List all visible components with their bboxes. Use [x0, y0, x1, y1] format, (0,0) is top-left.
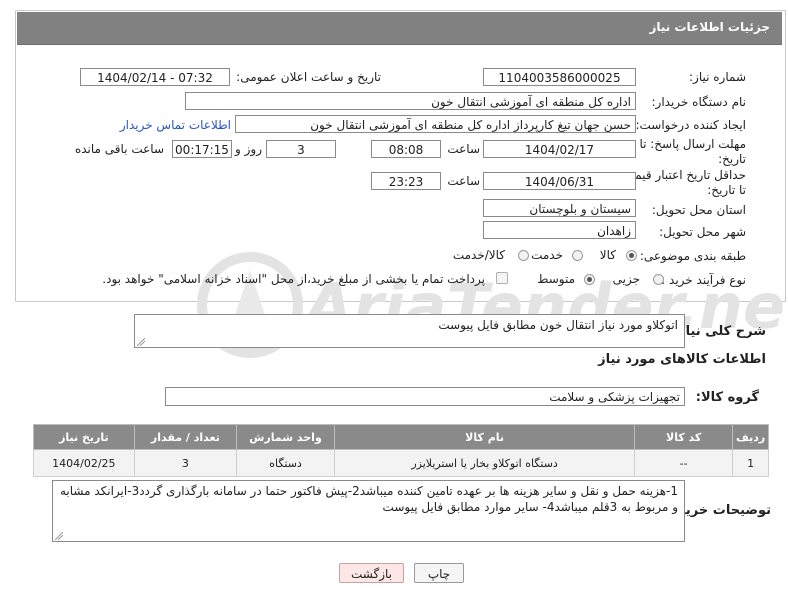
announce-label: تاریخ و ساعت اعلان عمومی:: [236, 70, 381, 84]
category-radio-goods-service[interactable]: [518, 250, 529, 261]
buyer-org-field: اداره کل منطقه ای آموزشی انتقال خون: [185, 92, 636, 110]
payment-note: پرداخت تمام یا بخشی از مبلغ خرید،از محل …: [102, 272, 485, 286]
category-option-goods: کالا: [599, 248, 616, 262]
panel-header: جزئیات اطلاعات نیاز: [17, 12, 782, 45]
category-label: طبقه بندی موضوعی:: [639, 249, 746, 263]
process-option-medium: متوسط: [537, 272, 575, 286]
col-code: کد کالا: [634, 424, 734, 450]
goods-section-title: اطلاعات کالاهای مورد نیاز: [598, 352, 766, 367]
back-button[interactable]: بازگشت: [339, 563, 404, 583]
buyer-notes-textarea: 1-هزینه حمل و نقل و سایر هزینه ها بر عهد…: [52, 480, 685, 542]
cell-unit: دستگاه: [236, 449, 336, 477]
col-unit: واحد شمارش: [236, 424, 336, 450]
description-text: اتوکلاو مورد نیاز انتقال خون مطابق فایل …: [438, 318, 678, 332]
category-option-goods-service: کالا/خدمت: [452, 248, 505, 262]
process-radio-partial[interactable]: [653, 274, 664, 285]
validity-time-label: ساعت: [447, 174, 480, 188]
cell-date: 1404/02/25: [33, 449, 135, 477]
province-field: سیستان و بلوچستان: [483, 199, 636, 217]
validity-label-date: تا تاریخ:: [707, 183, 746, 197]
validity-date-field: 1404/06/31: [483, 172, 636, 190]
resize-grip-icon[interactable]: [137, 338, 145, 346]
treasury-payment-checkbox[interactable]: [496, 272, 508, 284]
process-option-partial: جزیی: [612, 272, 640, 286]
table-row: 1 -- دستگاه اتوکلاو بخار یا استریلایزر د…: [33, 449, 769, 477]
col-qty: تعداد / مقدار: [133, 424, 238, 450]
deadline-label: مهلت ارسال پاسخ: تا: [639, 137, 746, 151]
col-date: تاریخ نیاز: [33, 424, 135, 450]
city-field: زاهدان: [483, 221, 636, 239]
description-label: شرح کلی نیاز:: [672, 324, 766, 339]
category-option-service: خدمت: [531, 248, 563, 262]
deadline-label-date: تاریخ:: [718, 152, 746, 166]
resize-grip-icon[interactable]: [55, 532, 63, 540]
cell-row: 1: [732, 449, 769, 477]
buyer-org-label: نام دستگاه خریدار:: [651, 95, 747, 109]
print-button[interactable]: چاپ: [414, 563, 464, 583]
goods-group-field: تجهیزات پزشکی و سلامت: [165, 387, 685, 406]
deadline-date-field: 1404/02/17: [483, 140, 636, 158]
days-label: روز و: [235, 142, 262, 156]
deadline-time-label: ساعت: [447, 142, 480, 156]
remaining-time-label: ساعت باقی مانده: [74, 142, 164, 156]
need-number-field: 1104003586000025: [483, 68, 636, 86]
creator-label: ایجاد کننده درخواست:: [635, 118, 746, 132]
goods-table-header: ردیف کد کالا نام کالا واحد شمارش تعداد /…: [33, 424, 769, 450]
deadline-time-field: 08:08: [371, 140, 441, 158]
cell-qty: 3: [133, 449, 238, 477]
category-radio-goods[interactable]: [626, 250, 637, 261]
page-title: جزئیات اطلاعات نیاز: [649, 20, 770, 34]
announce-field: 1404/02/14 - 07:32: [80, 68, 230, 86]
col-row: ردیف: [732, 424, 769, 450]
process-label: نوع فرآیند خرید :: [661, 273, 746, 287]
cell-code: --: [634, 449, 734, 477]
cell-name: دستگاه اتوکلاو بخار یا استریلایزر: [334, 449, 636, 477]
need-number-label: شماره نیاز:: [689, 70, 746, 84]
validity-time-field: 23:23: [371, 172, 441, 190]
col-name: نام کالا: [334, 424, 636, 450]
buyer-contact-link[interactable]: اطلاعات تماس خریدار: [120, 118, 231, 132]
buyer-notes-text: 1-هزینه حمل و نقل و سایر هزینه ها بر عهد…: [59, 484, 678, 514]
remaining-time-field: 00:17:15: [172, 140, 232, 158]
province-label: استان محل تحویل:: [651, 203, 746, 217]
days-field: 3: [266, 140, 336, 158]
city-label: شهر محل تحویل:: [659, 225, 746, 239]
category-radio-service[interactable]: [572, 250, 583, 261]
goods-table: ردیف کد کالا نام کالا واحد شمارش تعداد /…: [33, 424, 769, 477]
process-radio-medium[interactable]: [584, 274, 595, 285]
validity-label: حداقل تاریخ اعتبار قیمت:: [619, 168, 746, 182]
description-textarea: اتوکلاو مورد نیاز انتقال خون مطابق فایل …: [134, 314, 685, 348]
creator-field: حسن جهان تیغ کارپرداز اداره کل منطقه ای …: [235, 115, 636, 133]
goods-group-label: گروه کالا:: [695, 390, 759, 405]
